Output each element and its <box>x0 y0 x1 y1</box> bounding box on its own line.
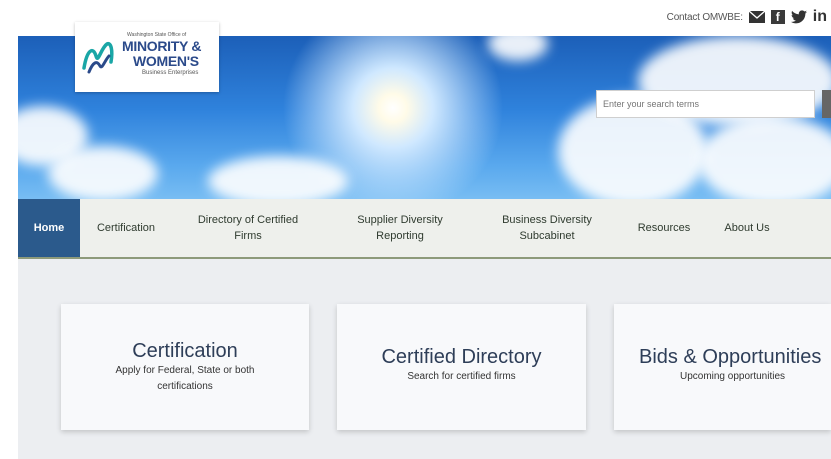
facebook-icon[interactable]: f <box>770 10 785 24</box>
nav-item-home[interactable]: Home <box>18 199 80 257</box>
nav-item-resources[interactable]: Resources <box>624 199 704 257</box>
card-certified-directory[interactable]: Certified Directory Search for certified… <box>337 304 586 430</box>
twitter-icon[interactable] <box>790 10 807 24</box>
card-bids-opportunities[interactable]: Bids & Opportunities Upcoming opportunit… <box>614 304 831 430</box>
site-logo[interactable]: Washington State Office of MINORITY & WO… <box>75 22 219 92</box>
card-title: Certified Directory <box>381 346 542 368</box>
card-subtitle: Upcoming opportunities <box>679 371 786 382</box>
search-input[interactable] <box>596 90 815 118</box>
contact-label: Contact OMWBE: <box>666 11 743 23</box>
card-title: Certification <box>132 340 238 362</box>
logo-mark-icon <box>82 41 114 74</box>
nav-item-about-us[interactable]: About Us <box>710 199 784 257</box>
card-subtitle: Apply for Federal, State or both certifi… <box>115 365 255 392</box>
contact-bar: Contact OMWBE: f in <box>667 8 827 26</box>
cloud-decoration <box>48 146 158 199</box>
card-certification[interactable]: Certification Apply for Federal, State o… <box>61 304 309 430</box>
linkedin-icon[interactable]: in <box>813 8 827 26</box>
cloud-decoration <box>208 156 348 199</box>
card-title: Bids & Opportunities <box>639 346 822 368</box>
card-subtitle: Search for certified firms <box>407 371 516 382</box>
logo-line-1: MINORITY & <box>122 38 202 54</box>
cloud-decoration <box>488 36 548 61</box>
cloud-decoration <box>698 116 831 199</box>
nav-item-subcabinet[interactable]: Business Diversity Subcabinet <box>484 199 610 257</box>
nav-item-directory[interactable]: Directory of Certified Firms <box>178 199 318 257</box>
nav-item-supplier-diversity[interactable]: Supplier Diversity Reporting <box>336 199 464 257</box>
nav-item-certification[interactable]: Certification <box>84 199 168 257</box>
logo-line-3: Business Enterprises <box>142 70 199 76</box>
search-button[interactable] <box>822 90 831 118</box>
envelope-icon[interactable] <box>748 11 765 23</box>
logo-line-2: WOMEN'S <box>133 53 199 69</box>
main-nav: Home Certification Directory of Certifie… <box>18 199 831 259</box>
